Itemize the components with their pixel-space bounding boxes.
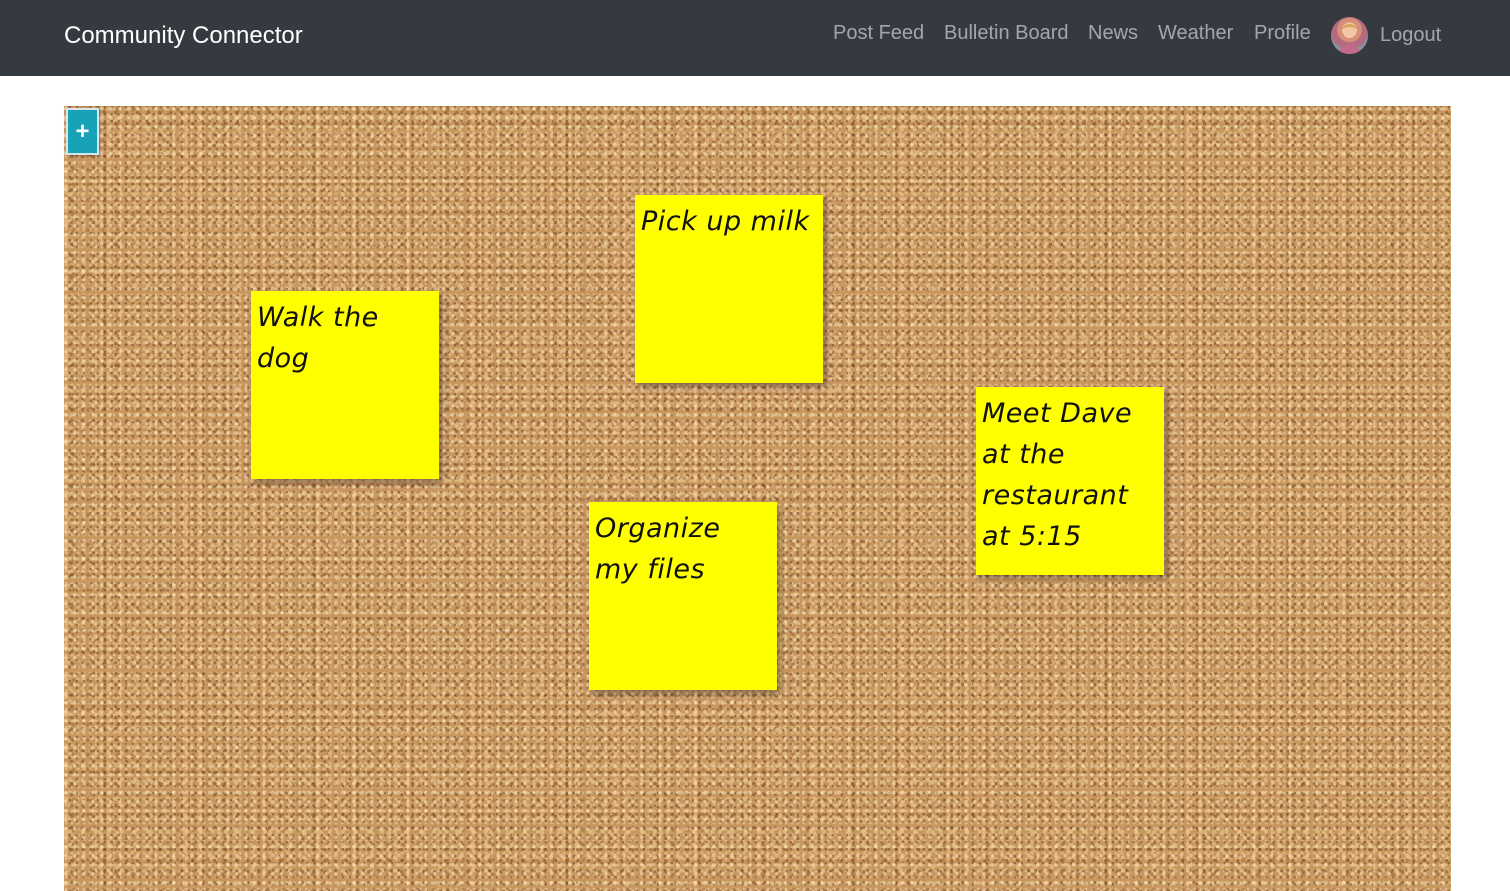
- nav-news[interactable]: News: [1088, 20, 1138, 46]
- top-navbar: Community Connector Post Feed Bulletin B…: [0, 0, 1510, 76]
- sticky-note[interactable]: Walk the dog: [251, 291, 439, 479]
- sticky-note[interactable]: Meet Dave at the restaurant at 5:15: [976, 387, 1164, 575]
- add-note-button[interactable]: +: [66, 108, 99, 155]
- sticky-note-text[interactable]: Organize my files: [595, 508, 771, 590]
- plus-icon: +: [75, 118, 90, 145]
- sticky-note-text[interactable]: Walk the dog: [257, 297, 433, 379]
- nav-weather[interactable]: Weather: [1158, 20, 1233, 46]
- nav-logout[interactable]: Logout: [1380, 22, 1441, 48]
- sticky-note[interactable]: Organize my files: [589, 502, 777, 690]
- brand-title[interactable]: Community Connector: [64, 21, 303, 51]
- sticky-note-text[interactable]: Meet Dave at the restaurant at 5:15: [982, 393, 1158, 557]
- nav-profile[interactable]: Profile: [1254, 20, 1311, 46]
- user-avatar[interactable]: [1331, 17, 1368, 54]
- nav-post-feed[interactable]: Post Feed: [833, 20, 924, 46]
- sticky-note[interactable]: Pick up milk: [635, 195, 823, 383]
- sticky-note-text[interactable]: Pick up milk: [641, 201, 817, 242]
- nav-bulletin-board[interactable]: Bulletin Board: [944, 20, 1069, 46]
- avatar-icon: [1339, 24, 1360, 54]
